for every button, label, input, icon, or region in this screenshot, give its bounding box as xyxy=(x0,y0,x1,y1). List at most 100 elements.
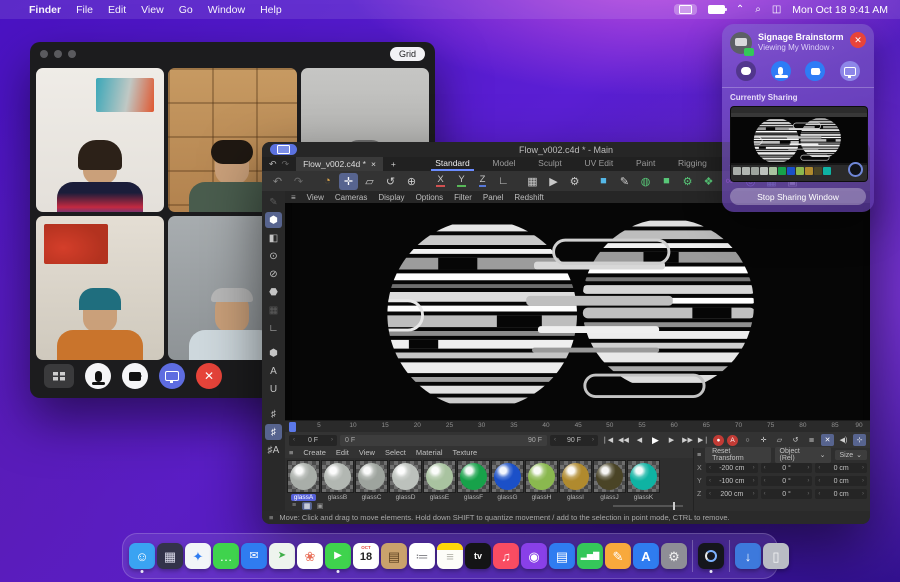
share-screen-button[interactable] xyxy=(159,363,185,389)
sound-track-icon[interactable]: ⊹ xyxy=(853,434,866,446)
timeline-range-slider[interactable]: 0 F 90 F xyxy=(340,435,547,446)
prev-frame-button[interactable]: ◀ xyxy=(633,434,646,446)
vp-menu-options[interactable]: Options xyxy=(416,193,444,202)
dock-notes-icon[interactable]: ≡ xyxy=(437,543,463,569)
shared-window-thumbnail[interactable] xyxy=(730,106,868,182)
participant-tile-4[interactable] xyxy=(36,216,164,360)
move-tool-icon[interactable]: ✛ xyxy=(339,173,358,190)
current-frame-field[interactable]: ‹ 0 F › xyxy=(289,435,337,446)
brush-mode-icon[interactable]: ✎ xyxy=(265,194,282,210)
live-selection-icon[interactable]: ◔ xyxy=(318,173,337,190)
next-frame-button[interactable]: ▶ xyxy=(665,434,678,446)
size-dropdown[interactable]: Size ⌄ xyxy=(835,450,868,460)
dock-music-icon[interactable]: ♫ xyxy=(493,543,519,569)
viewport-menu-icon[interactable]: ≡ xyxy=(291,193,296,202)
material-glassE[interactable]: glassE xyxy=(423,460,456,501)
dock-downloads-icon[interactable]: ↓ xyxy=(735,543,761,569)
record-keyframe-button[interactable]: ● xyxy=(713,435,724,446)
wifi-icon[interactable]: ⌃ xyxy=(736,5,744,15)
x-rotation-field[interactable]: ‹0 °› xyxy=(761,463,813,473)
generators-icon[interactable]: ■ xyxy=(657,173,676,190)
z-size-field[interactable]: ‹0 cm› xyxy=(815,489,867,499)
menu-window[interactable]: Window xyxy=(208,4,245,16)
coord-menu-icon[interactable]: ≡ xyxy=(697,452,701,459)
dock-tv-icon[interactable]: tv xyxy=(465,543,491,569)
y-position-field[interactable]: ‹-100 cm› xyxy=(706,476,758,486)
lock-y-axis-icon[interactable]: Y xyxy=(452,173,471,190)
last-tool-icon[interactable]: ⊕ xyxy=(402,173,421,190)
dock-reminders-icon[interactable]: ≔ xyxy=(409,543,435,569)
mat-list-view-icon[interactable]: ≡ xyxy=(289,502,299,509)
mute-button[interactable] xyxy=(85,363,111,389)
layout-tab-model[interactable]: Model xyxy=(488,157,519,171)
dock-app-store-icon[interactable]: A xyxy=(633,543,659,569)
undo-tool-icon[interactable]: ↶ xyxy=(268,173,287,190)
zoom-traffic-light[interactable] xyxy=(68,50,76,58)
material-glassH[interactable]: glassH xyxy=(525,460,558,501)
x-position-field[interactable]: ‹-200 cm› xyxy=(706,463,758,473)
document-tab[interactable]: Flow_v002.c4d * × xyxy=(296,157,383,171)
texture-mode-icon[interactable]: ◧ xyxy=(265,230,282,246)
dock-trash-icon[interactable]: ▯ xyxy=(763,543,789,569)
coord-mode-dropdown[interactable]: Object (Rel) ⌄ xyxy=(775,447,831,463)
snap-enable-icon[interactable]: ♯ xyxy=(265,424,282,440)
material-glassG[interactable]: glassG xyxy=(491,460,524,501)
swatch-size-slider[interactable] xyxy=(613,505,683,507)
subdivision-surface-icon[interactable]: ◍ xyxy=(636,173,655,190)
y-size-field[interactable]: ‹0 cm› xyxy=(815,476,867,486)
menu-file[interactable]: File xyxy=(76,4,93,16)
keyframe-selection-icon[interactable]: ○ xyxy=(741,434,754,446)
prev-key-button[interactable]: ◀◀ xyxy=(617,434,630,446)
goto-start-button[interactable]: ❘◀ xyxy=(601,434,614,446)
layout-tab-uv-edit[interactable]: UV Edit xyxy=(580,157,617,171)
dock-calendar-icon[interactable]: OCT18 xyxy=(353,543,379,569)
close-panel-button[interactable]: ✕ xyxy=(850,32,866,48)
tab-close-icon[interactable]: × xyxy=(371,159,376,169)
vp-menu-cameras[interactable]: Cameras xyxy=(335,193,367,202)
mat-icon-view-icon[interactable]: ▦ xyxy=(302,502,312,510)
end-call-button[interactable]: ✕ xyxy=(196,363,222,389)
reset-transform-button[interactable]: Reset Transform xyxy=(705,447,770,463)
dock-system-settings-icon[interactable]: ⚙ xyxy=(661,543,687,569)
dock-numbers-icon[interactable]: ▂▅▇ xyxy=(577,543,603,569)
redo-tool-icon[interactable]: ↷ xyxy=(289,173,308,190)
viewing-window-link[interactable]: Viewing My Window › xyxy=(758,43,844,52)
snap-grid-icon[interactable]: ♯ xyxy=(265,406,282,422)
snap-quantize-icon[interactable]: ♯A xyxy=(265,442,282,458)
material-glassK[interactable]: glassK xyxy=(627,460,660,501)
speaker-icon[interactable]: ◀) xyxy=(837,434,850,446)
uv-mode-icon[interactable]: ▦ xyxy=(265,302,282,318)
dock-cinema4d-icon[interactable] xyxy=(698,543,724,569)
vp-menu-panel[interactable]: Panel xyxy=(483,193,503,202)
vp-menu-redshift[interactable]: Redshift xyxy=(514,193,543,202)
messages-button[interactable] xyxy=(736,61,756,81)
mat-menu-create[interactable]: Create xyxy=(303,448,326,457)
play-button[interactable]: ▶ xyxy=(649,434,662,446)
sidebar-toggle-button[interactable] xyxy=(44,364,74,388)
material-glassB[interactable]: glassB xyxy=(321,460,354,501)
model-mode-icon[interactable]: ⬢ xyxy=(265,212,282,228)
coord-system-icon[interactable]: ∟ xyxy=(494,173,513,190)
lock-x-axis-icon[interactable]: X xyxy=(431,173,450,190)
menu-bar-clock[interactable]: Mon Oct 18 9:41 AM xyxy=(792,4,888,16)
material-glassD[interactable]: glassD xyxy=(389,460,422,501)
minimize-traffic-light[interactable] xyxy=(54,50,62,58)
dock-keynote-icon[interactable]: ▤ xyxy=(549,543,575,569)
record-position-icon[interactable]: ✛ xyxy=(757,434,770,446)
window-shared-pill[interactable] xyxy=(270,144,297,155)
polygon-mode-icon[interactable]: ⬣ xyxy=(265,284,282,300)
user-switch-icon[interactable]: ◫ xyxy=(772,5,781,15)
participant-tile-1[interactable] xyxy=(36,68,164,212)
mat-large-view-icon[interactable]: ▣ xyxy=(315,502,325,510)
dock-contacts-icon[interactable]: ▤ xyxy=(381,543,407,569)
axis-mode-icon[interactable]: ⬢ xyxy=(265,345,282,361)
mat-menu-edit[interactable]: Edit xyxy=(336,448,349,457)
dock-launchpad-icon[interactable]: ▦ xyxy=(157,543,183,569)
screen-sharing-status-icon[interactable] xyxy=(674,4,697,15)
y-rotation-field[interactable]: ‹0 °› xyxy=(761,476,813,486)
spotlight-search-icon[interactable]: ⌕ xyxy=(755,5,761,15)
scale-tool-icon[interactable]: ▱ xyxy=(360,173,379,190)
stop-sharing-button[interactable]: Stop Sharing Window xyxy=(730,188,866,205)
vp-menu-display[interactable]: Display xyxy=(378,193,404,202)
edge-mode-icon[interactable]: ⊘ xyxy=(265,266,282,282)
